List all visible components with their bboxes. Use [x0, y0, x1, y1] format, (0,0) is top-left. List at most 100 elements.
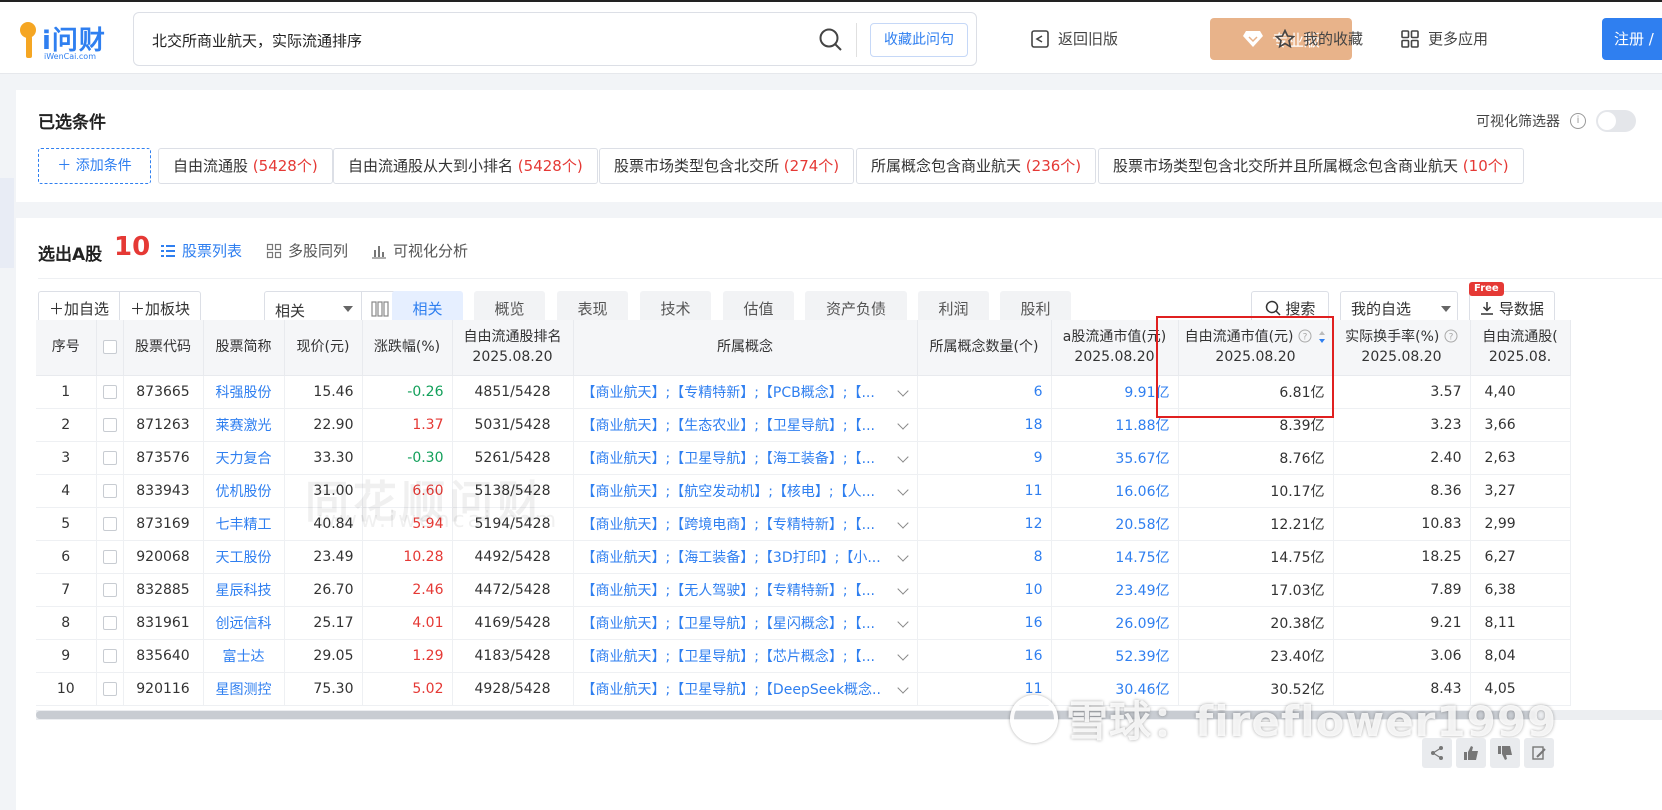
cell-checkbox[interactable]	[96, 540, 124, 574]
chevron-down-icon[interactable]	[896, 516, 909, 529]
cell-a-float-mv[interactable]: 11.88亿	[1051, 408, 1179, 442]
row-checkbox[interactable]	[102, 516, 117, 531]
row-checkbox[interactable]	[102, 582, 117, 597]
cell-stock-name-link[interactable]: 优机股份	[203, 474, 285, 508]
header-change[interactable]: 涨跌幅(%)	[362, 320, 453, 376]
sort-arrows-icon[interactable]	[1318, 330, 1326, 344]
my-favorites-link[interactable]: 我的收藏	[1275, 24, 1363, 54]
condition-chip[interactable]: 自由流通股 (5428个)	[158, 148, 333, 184]
row-checkbox[interactable]	[102, 615, 117, 630]
cell-a-float-mv[interactable]: 52.39亿	[1051, 639, 1179, 673]
cell-concept[interactable]: 【商业航天】;【跨境电商】;【专精特新】;【...	[573, 507, 918, 541]
cell-stock-name-link[interactable]: 莱赛激光	[203, 408, 285, 442]
tab-visual-analysis[interactable]: 可视化分析	[371, 240, 468, 261]
table-row[interactable]: 1 873665 科强股份 15.46 -0.26 4851/5428 【商业航天】;【专精…	[36, 375, 1571, 409]
cell-concept[interactable]: 【商业航天】;【航空发动机】;【核电】;【人...	[573, 474, 918, 508]
cell-concept-count[interactable]: 18	[917, 408, 1052, 442]
cell-concept-count[interactable]: 16	[917, 639, 1052, 673]
condition-chip[interactable]: 股票市场类型包含北交所 (274个)	[599, 148, 855, 184]
cell-checkbox[interactable]	[96, 408, 124, 442]
cell-a-float-mv[interactable]: 20.58亿	[1051, 507, 1179, 541]
help-icon[interactable]: ?	[1298, 329, 1312, 343]
cell-concept-count[interactable]: 16	[917, 606, 1052, 640]
table-row[interactable]: 6 920068 天工股份 23.49 10.28 4492/5428 【商业航天】;【海工…	[36, 540, 1571, 574]
cell-checkbox[interactable]	[96, 375, 124, 409]
cell-concept-count[interactable]: 8	[917, 540, 1052, 574]
cell-stock-name-link[interactable]: 天工股份	[203, 540, 285, 574]
chevron-down-icon[interactable]	[896, 549, 909, 562]
select-all-checkbox[interactable]	[102, 340, 117, 355]
cell-stock-name-link[interactable]: 创远信科	[203, 606, 285, 640]
concept-text[interactable]: 【商业航天】;【卫星导航】;【星闪概念】;【...	[582, 613, 882, 633]
header-concept[interactable]: 所属概念	[573, 320, 918, 376]
concept-text[interactable]: 【商业航天】;【卫星导航】;【海工装备】;【...	[582, 448, 882, 468]
cell-concept[interactable]: 【商业航天】;【卫星导航】;【DeepSeek概念...	[573, 672, 918, 706]
table-row[interactable]: 3 873576 天力复合 33.30 -0.30 5261/5428 【商业航天】;【卫星…	[36, 441, 1571, 475]
cell-concept[interactable]: 【商业航天】;【卫星导航】;【芯片概念】;【...	[573, 639, 918, 673]
feedback-button[interactable]	[1524, 738, 1554, 768]
chevron-down-icon[interactable]	[896, 450, 909, 463]
chevron-down-icon[interactable]	[896, 384, 909, 397]
concept-text[interactable]: 【商业航天】;【卫星导航】;【DeepSeek概念...	[582, 679, 882, 699]
cell-stock-name-link[interactable]: 七丰精工	[203, 507, 285, 541]
chevron-down-icon[interactable]	[896, 648, 909, 661]
table-row[interactable]: 7 832885 星辰科技 26.70 2.46 4472/5428 【商业航天】;【无人驾…	[36, 573, 1571, 607]
table-row[interactable]: 8 831961 创远信科 25.17 4.01 4169/5428 【商业航天】;【卫星导…	[36, 606, 1571, 640]
concept-text[interactable]: 【商业航天】;【跨境电商】;【专精特新】;【...	[582, 514, 882, 534]
condition-chip[interactable]: 股票市场类型包含北交所并且所属概念包含商业航天 (10个)	[1098, 148, 1524, 184]
chevron-down-icon[interactable]	[896, 483, 909, 496]
header-a-float-mv[interactable]: a股流通市值(元) 2025.08.20	[1051, 320, 1179, 376]
cell-concept[interactable]: 【商业航天】;【卫星导航】;【海工装备】;【...	[573, 441, 918, 475]
header-turnover[interactable]: 实际换手率(%) ? 2025.08.20	[1333, 320, 1471, 376]
cell-concept-count[interactable]: 10	[917, 573, 1052, 607]
cell-stock-name-link[interactable]: 星图测控	[203, 672, 285, 706]
header-rank[interactable]: 自由流通股排名 2025.08.20	[452, 320, 574, 376]
cell-concept[interactable]: 【商业航天】;【卫星导航】;【星闪概念】;【...	[573, 606, 918, 640]
viz-filter-toggle[interactable]: 可视化筛选器 i	[1476, 110, 1636, 132]
cell-checkbox[interactable]	[96, 639, 124, 673]
header-name[interactable]: 股票简称	[203, 320, 285, 376]
cell-a-float-mv[interactable]: 35.67亿	[1051, 441, 1179, 475]
header-checkbox[interactable]	[96, 320, 124, 376]
table-row[interactable]: 2 871263 莱赛激光 22.90 1.37 5031/5428 【商业航天】;【生态农…	[36, 408, 1571, 442]
chevron-down-icon[interactable]	[896, 417, 909, 430]
cell-concept[interactable]: 【商业航天】;【生态农业】;【卫星导航】;【...	[573, 408, 918, 442]
table-row[interactable]: 4 833943 优机股份 31.00 6.60 5138/5428 【商业航天】;【航空发…	[36, 474, 1571, 508]
cell-a-float-mv[interactable]: 9.91亿	[1051, 375, 1179, 409]
share-button[interactable]	[1422, 738, 1452, 768]
table-row[interactable]: 9 835640 富士达 29.05 1.29 4183/5428 【商业航天】;【卫星导航…	[36, 639, 1571, 673]
cell-concept[interactable]: 【商业航天】;【专精特新】;【PCB概念】;【...	[573, 375, 918, 409]
cell-concept-count[interactable]: 11	[917, 474, 1052, 508]
cell-a-float-mv[interactable]: 26.09亿	[1051, 606, 1179, 640]
concept-text[interactable]: 【商业航天】;【无人驾驶】;【专精特新】;【...	[582, 580, 882, 600]
tab-stock-list[interactable]: 股票列表	[160, 240, 242, 261]
fav-question-button[interactable]: 收藏此问句	[870, 23, 968, 57]
like-button[interactable]	[1456, 738, 1486, 768]
header-concept-count[interactable]: 所属概念数量(个)	[917, 320, 1052, 376]
dislike-button[interactable]	[1490, 738, 1520, 768]
cell-concept-count[interactable]: 6	[917, 375, 1052, 409]
register-button[interactable]: 注册 /	[1602, 18, 1662, 60]
cell-stock-name-link[interactable]: 天力复合	[203, 441, 285, 475]
row-checkbox[interactable]	[102, 681, 117, 696]
add-condition-button[interactable]: ＋ 添加条件	[38, 148, 151, 184]
more-apps-link[interactable]: 更多应用	[1400, 24, 1488, 54]
search-input[interactable]: 北交所商业航天，实际流通排序	[152, 30, 362, 51]
cell-checkbox[interactable]	[96, 507, 124, 541]
row-checkbox[interactable]	[102, 549, 117, 564]
cell-checkbox[interactable]	[96, 606, 124, 640]
logo[interactable]: i问财 iWenCai.com	[14, 18, 114, 64]
search-icon[interactable]	[818, 27, 844, 53]
row-checkbox[interactable]	[102, 450, 117, 465]
concept-text[interactable]: 【商业航天】;【卫星导航】;【芯片概念】;【...	[582, 646, 882, 666]
header-code[interactable]: 股票代码	[123, 320, 204, 376]
cell-checkbox[interactable]	[96, 573, 124, 607]
cell-stock-name-link[interactable]: 星辰科技	[203, 573, 285, 607]
cell-checkbox[interactable]	[96, 672, 124, 706]
search-box[interactable]: 北交所商业航天，实际流通排序 收藏此问句	[133, 12, 977, 66]
cell-a-float-mv[interactable]: 16.06亿	[1051, 474, 1179, 508]
header-free-float-mv[interactable]: 自由流通市值(元) ? 2025.08.20	[1178, 320, 1334, 376]
row-checkbox[interactable]	[102, 483, 117, 498]
old-version-link[interactable]: 返回旧版	[1030, 24, 1118, 54]
cell-concept-count[interactable]: 9	[917, 441, 1052, 475]
